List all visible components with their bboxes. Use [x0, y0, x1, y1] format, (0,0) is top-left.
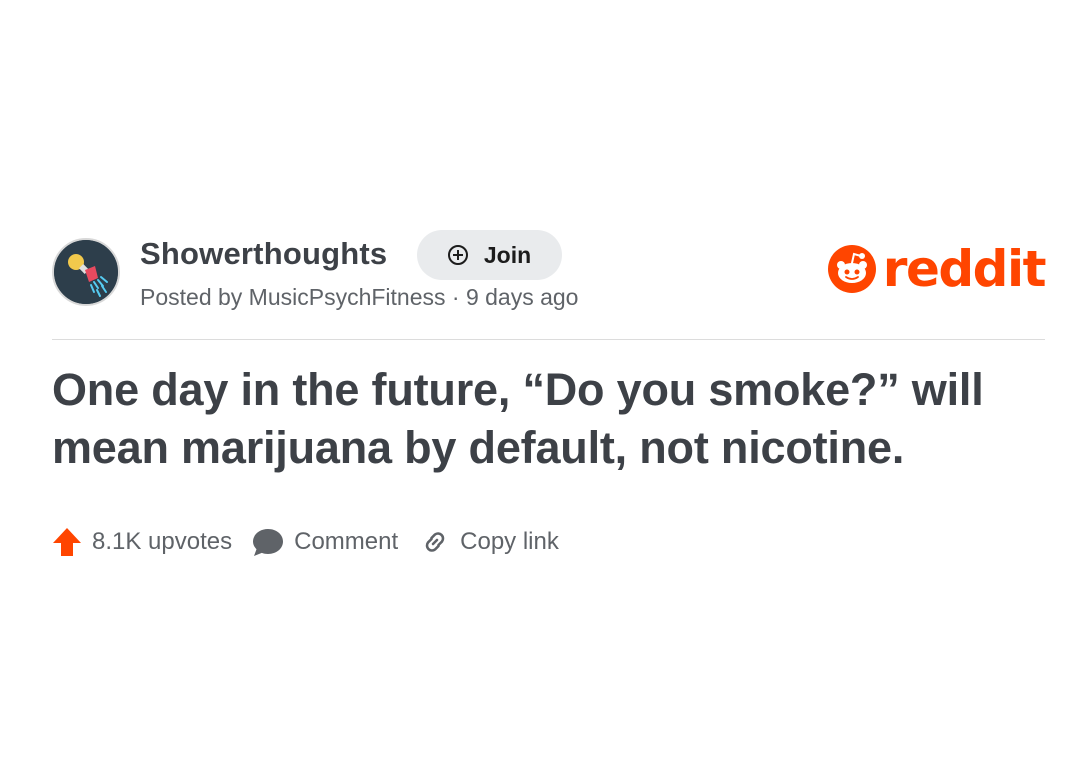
link-icon [425, 532, 445, 552]
arrow-up-icon [53, 528, 81, 556]
upvote-button[interactable]: 8.1K upvotes [52, 526, 232, 558]
speech-bubble-icon [253, 529, 284, 556]
subreddit-avatar[interactable] [52, 238, 120, 306]
header-divider [52, 339, 1045, 340]
post-header: Showerthoughts Join Posted by MusicPsych… [52, 230, 1047, 340]
comment-button[interactable]: Comment [252, 527, 398, 557]
comment-label: Comment [294, 528, 399, 555]
post-meta: Posted by MusicPsychFitness · 9 days ago [140, 284, 579, 310]
copy-link-button[interactable]: Copy link [420, 527, 559, 557]
reddit-wordmark: reddit [882, 240, 1047, 298]
post-title[interactable]: One day in the future, “Do you smoke?” w… [52, 361, 1045, 477]
reddit-alien-icon [827, 245, 876, 293]
join-button[interactable]: Join [417, 230, 562, 280]
join-button-label: Join [483, 241, 532, 268]
lightbulb-shower-icon [54, 240, 118, 304]
post-actions: 8.1K upvotes Comment Copy link [52, 522, 559, 562]
upvote-count: 8.1K upvotes [92, 528, 233, 555]
subreddit-name[interactable]: Showerthoughts [140, 236, 387, 272]
plus-circle-icon [447, 245, 468, 265]
reddit-logo: reddit [827, 240, 1047, 298]
post-card: Showerthoughts Join Posted by MusicPsych… [52, 230, 1047, 556]
copy-link-label: Copy link [460, 528, 559, 555]
